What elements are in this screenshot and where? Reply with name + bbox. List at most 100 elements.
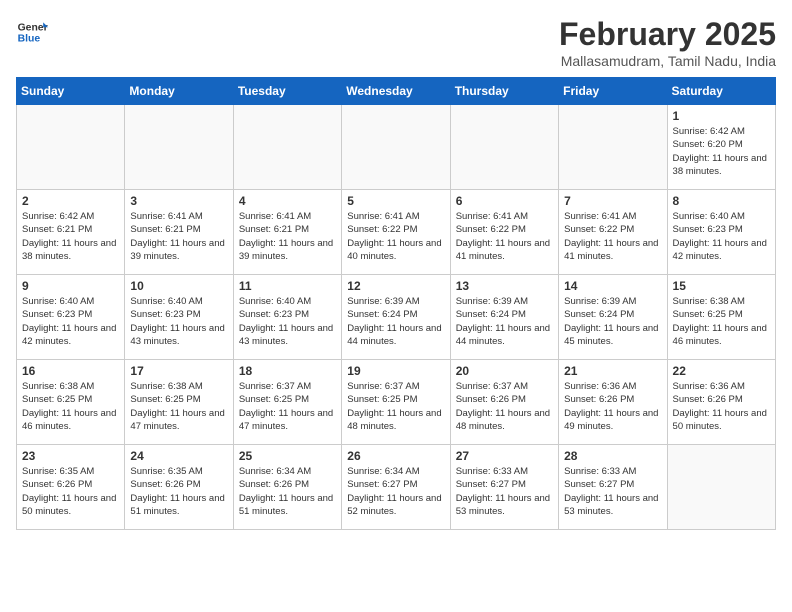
calendar-cell: 3 Sunrise: 6:41 AM Sunset: 6:21 PM Daylig… [125,190,233,275]
day-number: 14 [564,279,661,293]
calendar-cell: 28 Sunrise: 6:33 AM Sunset: 6:27 PM Dayli… [559,445,667,530]
day-number: 13 [456,279,553,293]
title-block: February 2025 Mallasamudram, Tamil Nadu,… [559,16,776,69]
calendar-table: SundayMondayTuesdayWednesdayThursdayFrid… [16,77,776,530]
day-number: 8 [673,194,770,208]
day-number: 2 [22,194,119,208]
day-info: Sunrise: 6:39 AM Sunset: 6:24 PM Dayligh… [456,295,553,348]
day-number: 21 [564,364,661,378]
day-info: Sunrise: 6:40 AM Sunset: 6:23 PM Dayligh… [239,295,336,348]
day-number: 6 [456,194,553,208]
calendar-cell [233,105,341,190]
weekday-header: Friday [559,78,667,105]
month-year-title: February 2025 [559,16,776,53]
calendar-cell: 16 Sunrise: 6:38 AM Sunset: 6:25 PM Dayli… [17,360,125,445]
day-number: 28 [564,449,661,463]
day-info: Sunrise: 6:37 AM Sunset: 6:26 PM Dayligh… [456,380,553,433]
calendar-cell: 24 Sunrise: 6:35 AM Sunset: 6:26 PM Dayli… [125,445,233,530]
day-info: Sunrise: 6:38 AM Sunset: 6:25 PM Dayligh… [130,380,227,433]
day-info: Sunrise: 6:41 AM Sunset: 6:21 PM Dayligh… [239,210,336,263]
calendar-cell: 4 Sunrise: 6:41 AM Sunset: 6:21 PM Daylig… [233,190,341,275]
day-number: 5 [347,194,444,208]
day-info: Sunrise: 6:40 AM Sunset: 6:23 PM Dayligh… [22,295,119,348]
day-number: 20 [456,364,553,378]
calendar-cell [450,105,558,190]
day-number: 17 [130,364,227,378]
calendar-cell: 22 Sunrise: 6:36 AM Sunset: 6:26 PM Dayli… [667,360,775,445]
calendar-cell: 20 Sunrise: 6:37 AM Sunset: 6:26 PM Dayli… [450,360,558,445]
calendar-cell: 26Sunrise: 6:34 AM Sunset: 6:27 PM Dayli… [342,445,450,530]
day-number: 22 [673,364,770,378]
calendar-cell: 14 Sunrise: 6:39 AM Sunset: 6:24 PM Dayli… [559,275,667,360]
day-number: 23 [22,449,119,463]
calendar-cell: 18 Sunrise: 6:37 AM Sunset: 6:25 PM Dayli… [233,360,341,445]
day-info: Sunrise: 6:39 AM Sunset: 6:24 PM Dayligh… [347,295,444,348]
calendar-cell: 12 Sunrise: 6:39 AM Sunset: 6:24 PM Dayli… [342,275,450,360]
day-number: 9 [22,279,119,293]
day-info: Sunrise: 6:36 AM Sunset: 6:26 PM Dayligh… [564,380,661,433]
calendar-cell: 10 Sunrise: 6:40 AM Sunset: 6:23 PM Dayli… [125,275,233,360]
day-info: Sunrise: 6:37 AM Sunset: 6:25 PM Dayligh… [239,380,336,433]
calendar-cell: 27 Sunrise: 6:33 AM Sunset: 6:27 PM Dayli… [450,445,558,530]
page-header: General Blue February 2025 Mallasamudram… [16,16,776,69]
calendar-cell: 13 Sunrise: 6:39 AM Sunset: 6:24 PM Dayli… [450,275,558,360]
calendar-cell: 5 Sunrise: 6:41 AM Sunset: 6:22 PM Daylig… [342,190,450,275]
day-info: Sunrise: 6:38 AM Sunset: 6:25 PM Dayligh… [673,295,770,348]
calendar-cell: 9 Sunrise: 6:40 AM Sunset: 6:23 PM Daylig… [17,275,125,360]
day-info: Sunrise: 6:41 AM Sunset: 6:22 PM Dayligh… [456,210,553,263]
day-info: Sunrise: 6:36 AM Sunset: 6:26 PM Dayligh… [673,380,770,433]
calendar-cell [125,105,233,190]
day-number: 10 [130,279,227,293]
calendar-cell: 23Sunrise: 6:35 AM Sunset: 6:26 PM Dayli… [17,445,125,530]
calendar-cell: 8 Sunrise: 6:40 AM Sunset: 6:23 PM Daylig… [667,190,775,275]
day-info: Sunrise: 6:40 AM Sunset: 6:23 PM Dayligh… [130,295,227,348]
calendar-cell: 19 Sunrise: 6:37 AM Sunset: 6:25 PM Dayli… [342,360,450,445]
day-number: 24 [130,449,227,463]
day-info: Sunrise: 6:33 AM Sunset: 6:27 PM Dayligh… [564,465,661,518]
calendar-cell: 2 Sunrise: 6:42 AM Sunset: 6:21 PM Daylig… [17,190,125,275]
calendar-cell: 6 Sunrise: 6:41 AM Sunset: 6:22 PM Daylig… [450,190,558,275]
weekday-header: Saturday [667,78,775,105]
logo: General Blue [16,16,48,48]
day-number: 26 [347,449,444,463]
calendar-week-row: 1 Sunrise: 6:42 AM Sunset: 6:20 PM Daylig… [17,105,776,190]
day-number: 12 [347,279,444,293]
calendar-cell [559,105,667,190]
day-info: Sunrise: 6:42 AM Sunset: 6:21 PM Dayligh… [22,210,119,263]
logo-icon: General Blue [16,16,48,48]
calendar-cell: 25 Sunrise: 6:34 AM Sunset: 6:26 PM Dayli… [233,445,341,530]
day-info: Sunrise: 6:41 AM Sunset: 6:22 PM Dayligh… [347,210,444,263]
calendar-week-row: 23 Sunrise: 6:35 AM Sunset: 6:26 PM Dayli… [17,445,776,530]
calendar-cell [17,105,125,190]
day-info: Sunrise: 6:40 AM Sunset: 6:23 PM Dayligh… [673,210,770,263]
day-info: Sunrise: 6:35 AM Sunset: 6:26 PM Dayligh… [130,465,227,518]
day-info: Sunrise: 6:33 AM Sunset: 6:27 PM Dayligh… [456,465,553,518]
calendar-cell: 1 Sunrise: 6:42 AM Sunset: 6:20 PM Daylig… [667,105,775,190]
day-number: 7 [564,194,661,208]
day-info: Sunrise: 6:39 AM Sunset: 6:24 PM Dayligh… [564,295,661,348]
day-number: 16 [22,364,119,378]
calendar-cell: 11 Sunrise: 6:40 AM Sunset: 6:23 PM Dayli… [233,275,341,360]
calendar-header-row: SundayMondayTuesdayWednesdayThursdayFrid… [17,78,776,105]
day-number: 4 [239,194,336,208]
day-number: 3 [130,194,227,208]
day-number: 25 [239,449,336,463]
weekday-header: Wednesday [342,78,450,105]
day-number: 18 [239,364,336,378]
day-info: Sunrise: 6:38 AM Sunset: 6:25 PM Dayligh… [22,380,119,433]
calendar-cell: 17 Sunrise: 6:38 AM Sunset: 6:25 PM Dayli… [125,360,233,445]
day-number: 11 [239,279,336,293]
location-subtitle: Mallasamudram, Tamil Nadu, India [559,53,776,69]
calendar-cell [667,445,775,530]
day-number: 15 [673,279,770,293]
day-info: Sunrise: 6:34 AM Sunset: 6:26 PM Dayligh… [239,465,336,518]
calendar-week-row: 9 Sunrise: 6:40 AM Sunset: 6:23 PM Daylig… [17,275,776,360]
day-number: 27 [456,449,553,463]
day-number: 1 [673,109,770,123]
day-info: Sunrise: 6:41 AM Sunset: 6:21 PM Dayligh… [130,210,227,263]
day-info: Sunrise: 6:37 AM Sunset: 6:25 PM Dayligh… [347,380,444,433]
day-info: Sunrise: 6:42 AM Sunset: 6:20 PM Dayligh… [673,125,770,178]
calendar-cell: 7Sunrise: 6:41 AM Sunset: 6:22 PM Daylig… [559,190,667,275]
day-number: 19 [347,364,444,378]
calendar-week-row: 16 Sunrise: 6:38 AM Sunset: 6:25 PM Dayli… [17,360,776,445]
